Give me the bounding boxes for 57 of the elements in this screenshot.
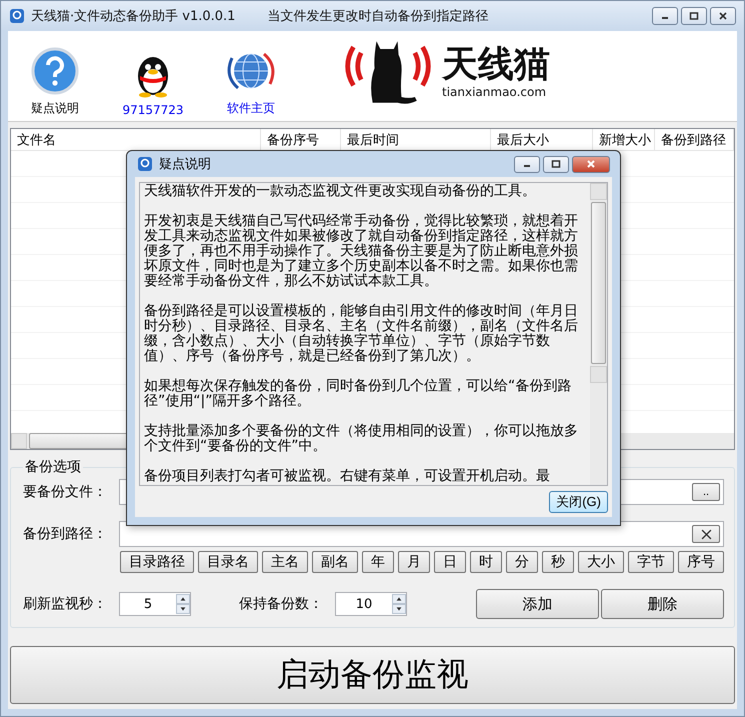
app-icon (9, 8, 25, 24)
template-button[interactable]: 秒 (542, 551, 574, 573)
dialog-title: 疑点说明 (159, 156, 211, 173)
template-button[interactable]: 主名 (262, 551, 308, 573)
close-icon (586, 159, 596, 169)
field-label: 要备份文件： (23, 483, 108, 501)
close-icon (700, 528, 712, 540)
template-button[interactable]: 大小 (578, 551, 624, 573)
clear-button[interactable] (692, 525, 720, 543)
maximize-button[interactable] (681, 7, 707, 25)
template-button[interactable]: 目录路径 (120, 551, 194, 573)
template-button[interactable]: 时 (470, 551, 502, 573)
browse-button[interactable]: .. (692, 483, 720, 501)
window-subtitle: 当文件发生更改时自动备份到指定路径 (267, 8, 488, 25)
paragraph: 天线猫软件开发的一款动态监视文件更改实现自动备份的工具。 (144, 184, 537, 199)
close-dialog-button[interactable]: 关闭(G) (549, 491, 608, 513)
paragraph: 支持批量添加多个要备份的文件（将使用相同的设置），你可以拖放多个文件到“要备份的文件”中。 (144, 424, 579, 454)
template-button[interactable]: 副名 (312, 551, 358, 573)
template-button[interactable]: 分 (506, 551, 538, 573)
text-area[interactable] (139, 182, 608, 486)
field-label: 刷新监视秒： (23, 595, 108, 613)
maximize-button[interactable] (543, 156, 569, 172)
window-title: 天线猫·文件动态备份助手 v1.0.0.1 (31, 8, 236, 25)
keep-spinner[interactable]: 10 (335, 592, 407, 616)
tool-label: 疑点说明 (31, 100, 79, 117)
template-button[interactable]: 目录名 (198, 551, 258, 573)
logo-domain: tianxianmao.com (442, 84, 548, 99)
start-button[interactable]: 启动备份监视 (10, 646, 735, 704)
template-button[interactable]: 字节 (628, 551, 674, 573)
close-icon (718, 11, 728, 21)
link[interactable]: 97157723 (122, 103, 184, 117)
link[interactable]: 软件主页 (227, 100, 275, 117)
refresh-spinner[interactable]: 5 (119, 592, 191, 616)
close-button[interactable] (710, 7, 736, 25)
maximize-icon (689, 11, 699, 21)
minimize-button[interactable] (652, 7, 678, 25)
delete-button[interactable]: 删除 (601, 589, 724, 619)
paragraph: 备份项目列表打勾者可被监视。右键有菜单，可设置开机启动。最 (144, 469, 551, 484)
help-icon[interactable] (30, 46, 80, 96)
field-label: 保持备份数： (239, 595, 324, 613)
maximize-icon (551, 159, 561, 169)
minimize-button[interactable] (514, 156, 540, 172)
logo-name: 天线猫 (442, 45, 550, 85)
column-header[interactable]: 备份到路径 (655, 129, 734, 150)
paragraph: 备份到路径是可以设置模板的，能够自由引用文件的修改时间（年月日时分秒）、目录路径、目录名、主名（文件名前缀），副名（文件名后缀，含小数点）、大小（自动转换字节单位）、字节（原始字节数值）、序号（备份序号，就是已经备份到了第几次）。 (144, 304, 579, 364)
app-icon (137, 156, 153, 172)
template-button[interactable]: 月 (398, 551, 430, 573)
vertical-scrollbar[interactable] (590, 183, 607, 485)
template-button[interactable]: 序号 (678, 551, 724, 573)
close-button[interactable] (572, 156, 610, 172)
template-button[interactable]: 日 (434, 551, 466, 573)
group-title: 备份选项 (24, 458, 82, 476)
paragraph: 如果想每次保存触发的备份，同时备份到几个位置，可以给“备份到路径”使用“|”隔开多个路径。 (144, 379, 572, 409)
field-label: 备份到路径： (23, 525, 108, 543)
add-button[interactable]: 添加 (476, 589, 599, 619)
template-button[interactable]: 年 (362, 551, 394, 573)
paragraph: 开发初衷是天线猫自己写代码经常手动备份，觉得比较繁琐，就想着开发工具来动态监视文件如果被修改了就自动备份到指定路径，这样就方便多了，再也不用手动操作了。天线猫备份主要是为了防止断电意外损坏原文件，同时也是为了建立多个历史副本以备不时之需。如果你也需要经常手动备份文件，那么不妨试试本款工具。 (144, 214, 579, 289)
